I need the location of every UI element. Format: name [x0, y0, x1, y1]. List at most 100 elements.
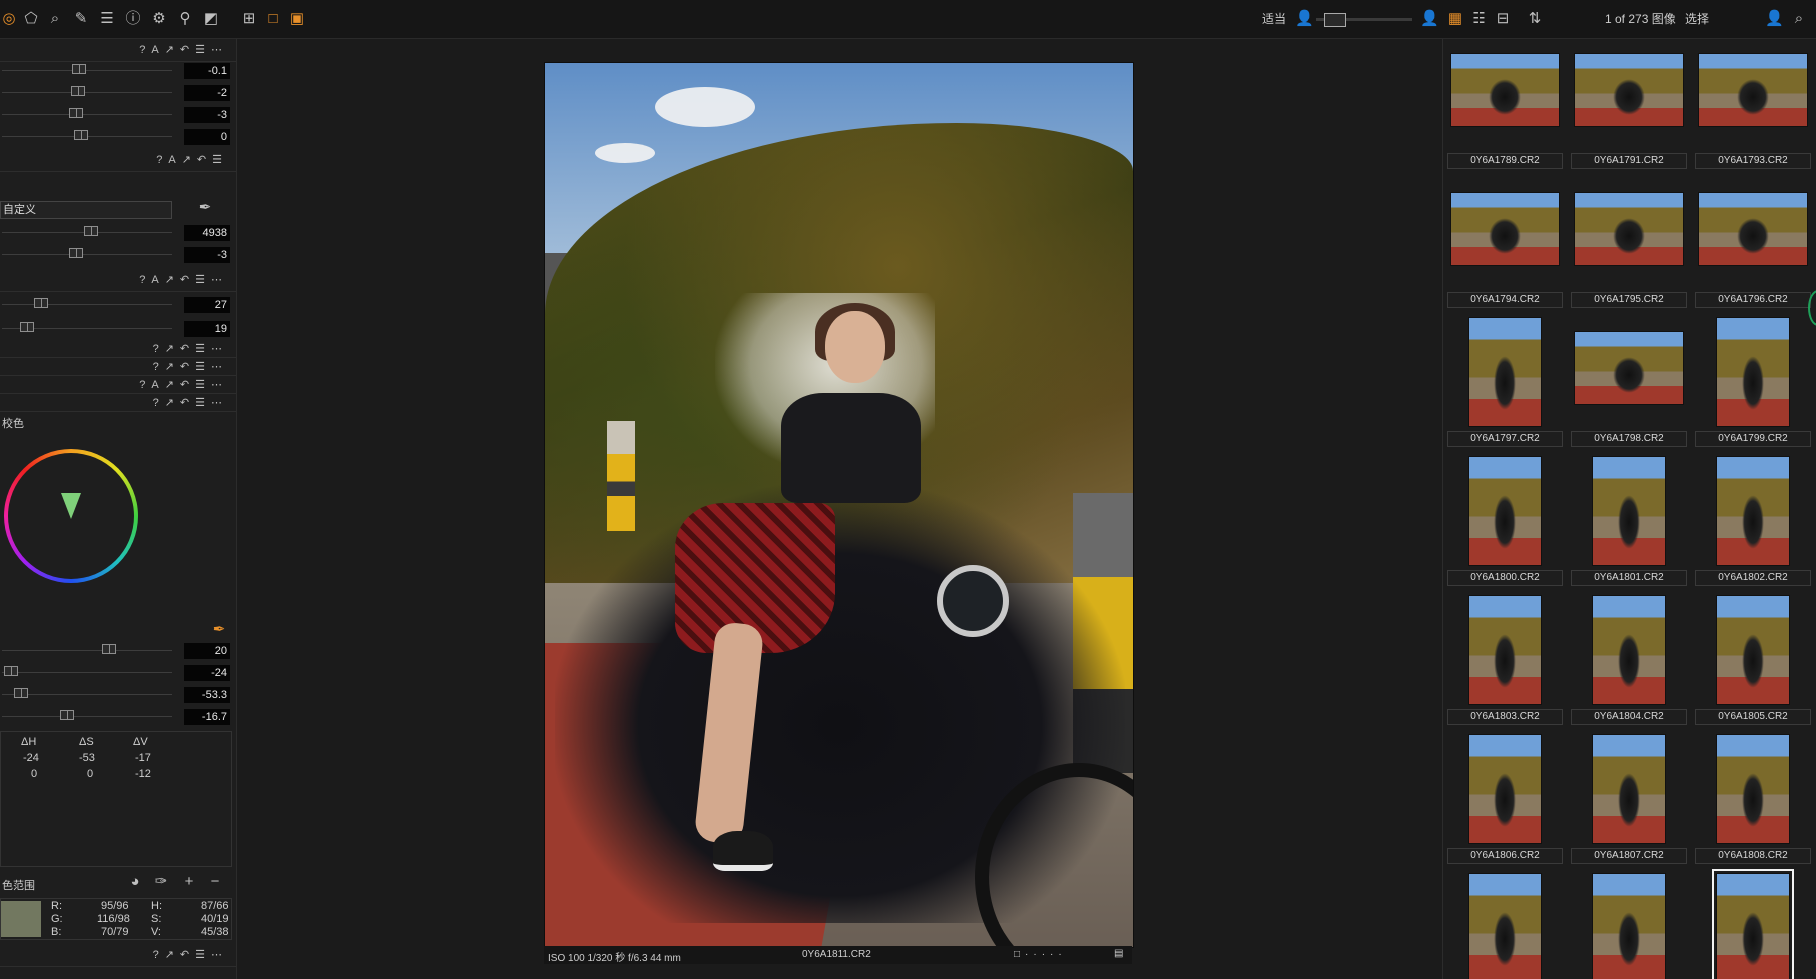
picker-add-icon[interactable]: ✑	[152, 873, 170, 891]
zoom-slider[interactable]	[1316, 13, 1412, 27]
clarity-value[interactable]: 27	[184, 297, 230, 313]
color-value-1[interactable]: 20	[184, 643, 230, 659]
collapsed-tool-1[interactable]: ?↗↶☰⋯	[0, 341, 236, 358]
clarity-slider-row[interactable]: 27	[0, 295, 236, 315]
thumbnail-cell[interactable]: 0Y6A1809.CR2	[1445, 869, 1565, 979]
tint-slider-row[interactable]: -3	[0, 245, 236, 265]
list-view-icon[interactable]: ☷	[1470, 10, 1488, 28]
saturation-slider-row[interactable]: 0	[0, 127, 236, 147]
tool-header-icons[interactable]: ?A↗↶☰⋯	[139, 273, 228, 286]
thumbnail-image[interactable]	[1574, 331, 1684, 405]
thumbnail-image[interactable]	[1716, 317, 1790, 427]
color-picker-icon[interactable]: ✒	[210, 621, 228, 639]
thumbnail-cell[interactable]: 0Y6A1791.CR2	[1569, 39, 1689, 173]
user-icon[interactable]: 👤	[1765, 10, 1784, 28]
plus-icon[interactable]: +	[180, 873, 198, 891]
eyedropper-icon[interactable]: ✒	[196, 199, 214, 217]
thumbnail-image[interactable]	[1716, 456, 1790, 566]
fit-label[interactable]: 适当	[1262, 10, 1286, 27]
main-photo[interactable]	[544, 62, 1134, 948]
wb-mode-select[interactable]: 自定义	[0, 201, 172, 219]
structure-value[interactable]: 19	[184, 321, 230, 337]
thumbnail-image[interactable]	[1450, 53, 1560, 127]
kelvin-value[interactable]: 4938	[184, 225, 230, 241]
contrast-tool-icon[interactable]: ◩	[202, 10, 220, 28]
thumbnail-cell[interactable]: 0Y6A1793.CR2	[1693, 39, 1813, 173]
exposure-slider-row[interactable]: -0.1	[0, 61, 236, 81]
thumbnail-cell[interactable]: 0Y6A1801.CR2	[1569, 452, 1689, 590]
single-view-icon[interactable]: □	[264, 10, 282, 28]
tool-header-icons[interactable]: ?A↗↶☰	[156, 153, 228, 166]
thumbnail-image[interactable]	[1716, 595, 1790, 705]
thumbnail-cell[interactable]: 0Y6A1795.CR2	[1569, 174, 1689, 312]
structure-slider-row[interactable]: 19	[0, 319, 236, 339]
pen-tool-icon[interactable]: ✎	[72, 10, 90, 28]
saturation-value[interactable]: 0	[184, 129, 230, 145]
search-icon[interactable]: ⌕	[1790, 10, 1808, 28]
color-range-pie-icon[interactable]: ◕	[126, 873, 144, 891]
hue-picker-handle[interactable]	[61, 493, 81, 519]
thumbnail-cell[interactable]: 0Y6A1796.CR2	[1693, 174, 1813, 312]
person-icon[interactable]: 👤	[1295, 10, 1314, 28]
color-value-3[interactable]: -53.3	[184, 687, 230, 703]
thumbnail-image[interactable]	[1468, 456, 1542, 566]
color-slider-row-1[interactable]: 20	[0, 641, 236, 661]
thumbnail-cell[interactable]: 0Y6A1806.CR2	[1445, 730, 1565, 868]
color-slider-row-4[interactable]: -16.7	[0, 707, 236, 727]
info-list-icon[interactable]: ▤	[1114, 948, 1123, 959]
info-tool-icon[interactable]: ⓘ	[124, 10, 142, 28]
thumbnail-cell[interactable]: 0Y6A1807.CR2	[1569, 730, 1689, 868]
select-label[interactable]: 选择	[1685, 10, 1709, 27]
tool-header-icons[interactable]: ?A↗↶☰⋯	[139, 43, 228, 56]
thumbnail-cell[interactable]: 0Y6A1794.CR2	[1445, 174, 1565, 312]
grid-view-icon[interactable]: ▦	[1446, 10, 1464, 28]
zoom-tool-icon[interactable]: ⌕	[46, 10, 64, 28]
compare-view-icon[interactable]: ▣	[288, 10, 306, 28]
thumbnail-cell[interactable]: 0Y6A1800.CR2	[1445, 452, 1565, 590]
color-slider-row-2[interactable]: -24	[0, 663, 236, 683]
lens-tool-icon[interactable]: ⬠	[22, 10, 40, 28]
minus-icon[interactable]: −	[206, 873, 224, 891]
contrast-slider-row[interactable]: -2	[0, 83, 236, 103]
thumbnail-cell[interactable]: 0Y6A1810.CR2	[1569, 869, 1689, 979]
thumbnail-image[interactable]	[1450, 192, 1560, 266]
thumbnail-image[interactable]	[1592, 873, 1666, 979]
gear-tool-icon[interactable]: ⚙	[150, 10, 168, 28]
tool-header-icons[interactable]: ?↗↶☰⋯	[153, 948, 228, 961]
color-wheel[interactable]	[4, 449, 138, 583]
color-value-2[interactable]: -24	[184, 665, 230, 681]
collapsed-tool-2[interactable]: ?↗↶☰⋯	[0, 359, 236, 376]
thumbnail-cell[interactable]: 0Y6A1803.CR2	[1445, 591, 1565, 729]
thumbnail-cell[interactable]: 0Y6A1808.CR2	[1693, 730, 1813, 868]
thumbnail-cell[interactable]: 0Y6A1805.CR2	[1693, 591, 1813, 729]
tint-value[interactable]: -3	[184, 247, 230, 263]
collapsed-tool-3[interactable]: ?A↗↶☰⋯	[0, 377, 236, 394]
brightness-value[interactable]: -3	[184, 107, 230, 123]
thumbnail-cell[interactable]: 0Y6A1802.CR2	[1693, 452, 1813, 590]
thumbnail-image[interactable]	[1592, 595, 1666, 705]
thumbnail-image[interactable]	[1468, 734, 1542, 844]
thumbnail-image[interactable]	[1468, 317, 1542, 427]
thumbnail-cell[interactable]: 0Y6A1789.CR2	[1445, 39, 1565, 173]
color-slider-row-3[interactable]: -53.3	[0, 685, 236, 705]
exposure-value[interactable]: -0.1	[184, 63, 230, 79]
thumbnail-image[interactable]	[1716, 734, 1790, 844]
thumbnail-image[interactable]	[1698, 53, 1808, 127]
thumbnail-cell[interactable]: 0Y6A1798.CR2	[1569, 313, 1689, 451]
thumbnail-image[interactable]	[1574, 192, 1684, 266]
thumbnail-cell[interactable]: 0Y6A1797.CR2	[1445, 313, 1565, 451]
brightness-slider-row[interactable]: -3	[0, 105, 236, 125]
thumbnail-cell[interactable]: 0Y6A1811.CR2	[1693, 869, 1813, 979]
person-icon-2[interactable]: 👤	[1420, 10, 1439, 28]
thumbnail-cell[interactable]: 0Y6A1804.CR2	[1569, 591, 1689, 729]
thumbnail-image[interactable]	[1698, 192, 1808, 266]
collapsed-tool-4[interactable]: ?↗↶☰⋯	[0, 395, 236, 412]
color-value-4[interactable]: -16.7	[184, 709, 230, 725]
thumbnail-image[interactable]	[1712, 869, 1794, 979]
sort-icon[interactable]: ⇅	[1526, 10, 1544, 28]
adjust-tool-icon[interactable]: ⚲	[176, 10, 194, 28]
thumbnail-image[interactable]	[1468, 595, 1542, 705]
multi-view-icon[interactable]: ⊞	[240, 10, 258, 28]
rating-dots[interactable]: □·····	[1014, 949, 1067, 960]
list-tool-icon[interactable]: ☰	[98, 10, 116, 28]
